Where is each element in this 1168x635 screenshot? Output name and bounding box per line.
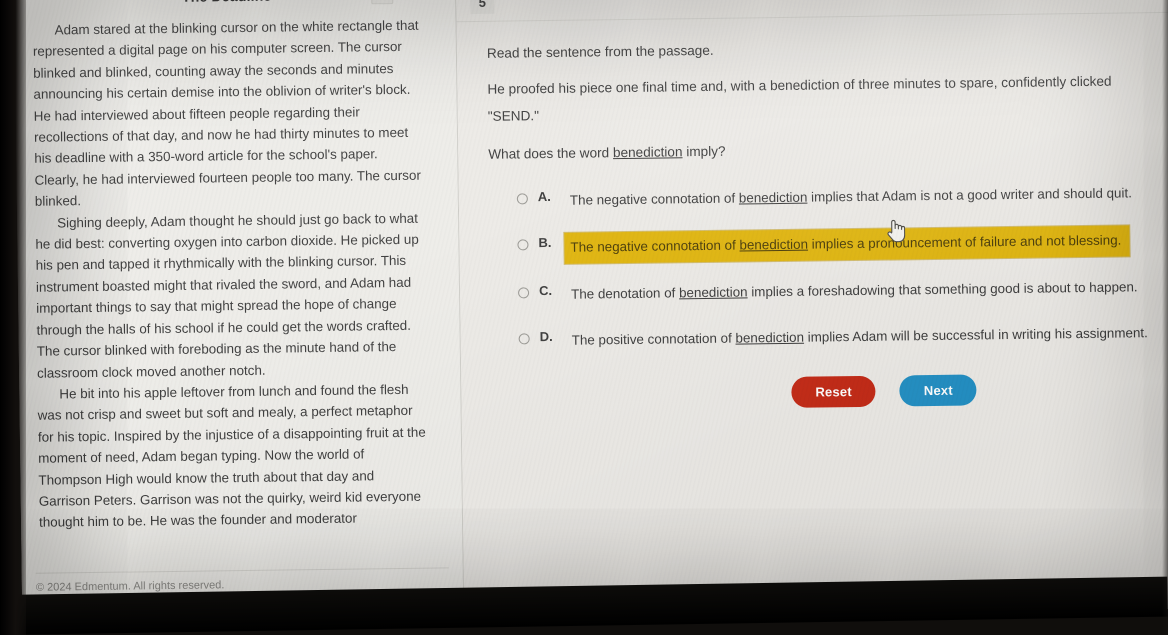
option-c-keyword: benediction [678, 284, 748, 301]
radio-option-a[interactable] [516, 193, 528, 205]
option-b-before: The negative connotation of [570, 237, 740, 255]
prompt-keyword: benediction [612, 144, 683, 161]
option-b[interactable]: B. The negative connotation of benedicti… [517, 225, 1168, 265]
monitor-screen: The Deadline Adam stared at the blinking… [14, 0, 1168, 624]
option-a-after: implies that Adam is not a good writer a… [807, 185, 1132, 205]
question-quoted-sentence: He proofed his piece one final time and,… [487, 67, 1168, 130]
quoted-sentence-line1: He proofed his piece one final time and,… [487, 73, 1112, 97]
passage-text: Adam stared at the blinking cursor on th… [28, 9, 432, 534]
option-c[interactable]: C. The denotation of benediction implies… [518, 273, 1168, 311]
radio-option-d[interactable] [518, 333, 530, 345]
radio-option-c[interactable] [518, 287, 530, 299]
option-a[interactable]: A. The negative connotation of benedicti… [516, 179, 1168, 217]
quoted-sentence-line2: "SEND." [487, 108, 540, 124]
option-a-text: The negative connotation of benediction … [564, 179, 1138, 216]
option-d-text: The positive connotation of benediction … [566, 319, 1154, 356]
passage-panel: The Deadline Adam stared at the blinking… [14, 0, 465, 624]
action-buttons: Reset Next [491, 372, 1168, 412]
option-b-letter: B. [538, 234, 552, 251]
screen-bezel-left [0, 0, 26, 635]
passage-paragraph-1: Adam stared at the blinking cursor on th… [32, 17, 421, 209]
screen-bezel-right [1162, 0, 1168, 635]
question-content: Read the sentence from the passage. He p… [457, 13, 1168, 412]
option-a-letter: A. [537, 188, 551, 205]
option-d-keyword: benediction [735, 329, 805, 346]
option-c-before: The denotation of [571, 285, 680, 302]
next-button[interactable]: Next [899, 374, 978, 407]
option-b-text: The negative connotation of benediction … [564, 225, 1130, 264]
reset-button[interactable]: Reset [791, 375, 877, 408]
option-d-before: The positive connotation of [571, 330, 736, 348]
passage-paragraph-3: He bit into his apple leftover from lunc… [37, 381, 426, 531]
option-c-letter: C. [538, 282, 553, 299]
passage-title: The Deadline [182, 0, 272, 5]
radio-option-b[interactable] [517, 239, 529, 251]
option-a-keyword: benediction [738, 189, 808, 206]
screen-photo: The Deadline Adam stared at the blinking… [0, 0, 1168, 635]
quiz-page: The Deadline Adam stared at the blinking… [14, 0, 1168, 624]
option-d[interactable]: D. The positive connotation of benedicti… [518, 319, 1168, 357]
option-b-after: implies a pronouncement of failure and n… [807, 232, 1122, 252]
prompt-after: imply? [682, 143, 726, 160]
prompt-before: What does the word [488, 145, 614, 162]
option-d-letter: D. [539, 328, 553, 345]
expand-arrows-icon[interactable] [371, 0, 394, 5]
option-a-before: The negative connotation of [569, 190, 739, 208]
passage-paragraph-2: Sighing deeply, Adam thought he should j… [35, 210, 419, 381]
option-d-after: implies Adam will be successful in writi… [803, 325, 1148, 345]
answer-options: A. The negative connotation of benedicti… [489, 179, 1168, 357]
question-panel: 5 Read the sentence from the passage. He… [455, 0, 1168, 619]
option-c-text: The denotation of benediction implies a … [565, 273, 1144, 310]
question-number: 5 [470, 0, 495, 15]
question-instruction: Read the sentence from the passage. [486, 42, 714, 61]
option-c-after: implies a foreshadowing that something g… [747, 279, 1138, 300]
option-b-keyword: benediction [739, 236, 809, 253]
question-prompt: What does the word benediction imply? [488, 132, 1168, 168]
